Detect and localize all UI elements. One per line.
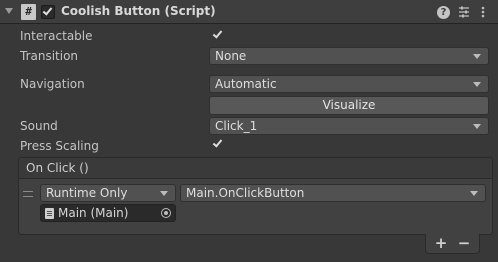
checkmark-icon (212, 137, 223, 148)
component-title: Coolish Button (Script) (61, 4, 216, 18)
interactable-label: Interactable (20, 29, 93, 43)
component-enabled-checkbox[interactable] (41, 5, 55, 19)
help-icon[interactable]: ? (437, 6, 450, 19)
on-click-title: On Click () (26, 161, 89, 175)
drag-handle-icon[interactable] (23, 191, 33, 197)
sound-value: Click_1 (215, 119, 258, 133)
chevron-down-icon (473, 124, 481, 129)
transition-value: None (215, 49, 247, 63)
interactable-checkbox[interactable] (212, 28, 224, 41)
sound-dropdown[interactable]: Click_1 (209, 117, 489, 135)
add-event-button[interactable]: + (431, 234, 451, 252)
component-header[interactable]: # Coolish Button (Script) ? (0, 0, 498, 24)
transition-dropdown[interactable]: None (209, 47, 489, 65)
function-dropdown[interactable]: Main.OnClickButton (180, 184, 486, 202)
function-value: Main.OnClickButton (186, 186, 305, 200)
navigation-label: Navigation (20, 77, 85, 91)
chevron-down-icon (473, 82, 481, 87)
call-state-value: Runtime Only (46, 186, 128, 200)
checkmark-icon (212, 28, 223, 39)
chevron-down-icon (160, 191, 168, 196)
on-click-event-list: On Click () Runtime Only Main.OnClickBut… (18, 157, 493, 235)
on-click-header: On Click () (19, 158, 492, 179)
foldout-arrow-icon[interactable] (5, 8, 13, 14)
remove-event-button[interactable]: − (454, 234, 474, 252)
chevron-down-icon (473, 54, 481, 59)
navigation-dropdown[interactable]: Automatic (209, 75, 489, 93)
script-hash-icon: # (21, 4, 36, 20)
script-file-icon (45, 208, 54, 219)
navigation-value: Automatic (215, 77, 277, 91)
checkmark-icon (42, 5, 53, 16)
target-object-value: Main (Main) (58, 206, 129, 220)
visualize-button[interactable]: Visualize (209, 96, 489, 115)
more-icon[interactable] (476, 5, 490, 19)
call-state-dropdown[interactable]: Runtime Only (40, 184, 176, 202)
target-object-field[interactable]: Main (Main) (40, 204, 176, 222)
press-scaling-checkbox[interactable] (212, 137, 224, 150)
chevron-down-icon (470, 191, 478, 196)
event-list-footer: + − (425, 234, 480, 254)
presets-icon[interactable] (457, 5, 471, 19)
transition-label: Transition (20, 49, 79, 63)
sound-label: Sound (20, 119, 58, 133)
object-picker-icon[interactable] (161, 208, 171, 218)
press-scaling-label: Press Scaling (20, 139, 99, 153)
